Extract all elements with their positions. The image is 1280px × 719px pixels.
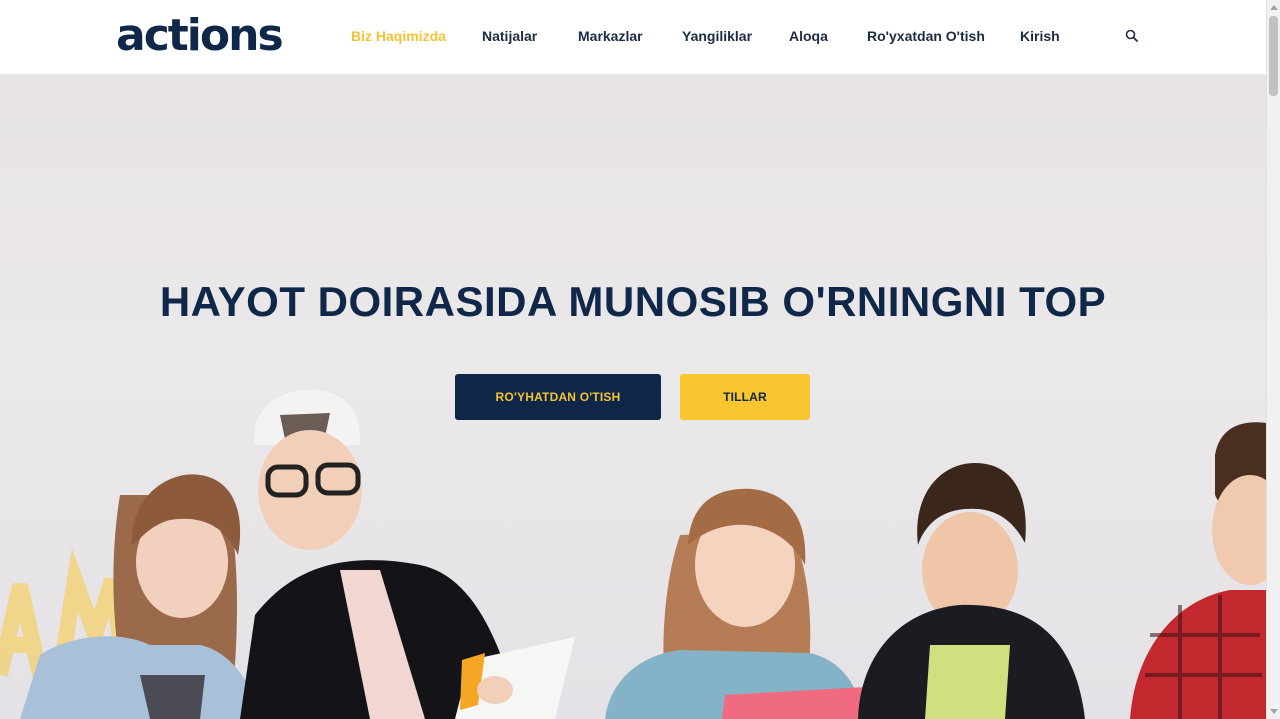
scroll-down-icon[interactable]: [1270, 709, 1278, 714]
actions-logo[interactable]: actions: [116, 10, 284, 62]
hero-title: HAYOT DOIRASIDA MUNOSIB O'RNINGNI TOP: [159, 278, 1107, 325]
languages-button[interactable]: TILLAR: [680, 374, 810, 420]
hero-section: HAYOT DOIRASIDA MUNOSIB O'RNINGNI TOP RO…: [0, 75, 1266, 719]
scroll-up-icon[interactable]: [1270, 5, 1278, 10]
nav-natijalar[interactable]: Natijalar: [482, 27, 537, 45]
nav-markazlar[interactable]: Markazlar: [578, 27, 643, 45]
search-icon[interactable]: [1124, 28, 1140, 44]
nav-kirish[interactable]: Kirish: [1020, 27, 1060, 45]
register-button[interactable]: RO'YHATDAN O'TISH: [455, 374, 661, 420]
nav-royxatdan-otish[interactable]: Ro'yxatdan O'tish: [867, 27, 985, 45]
page-scrollbar[interactable]: [1266, 0, 1280, 719]
nav-aloqa[interactable]: Aloqa: [789, 27, 828, 45]
site-header: actions Biz Haqimizda Natijalar Markazla…: [0, 0, 1266, 75]
nav-yangiliklar[interactable]: Yangiliklar: [682, 27, 752, 45]
scroll-thumb[interactable]: [1269, 16, 1278, 96]
nav-biz-haqimizda[interactable]: Biz Haqimizda: [351, 27, 446, 45]
